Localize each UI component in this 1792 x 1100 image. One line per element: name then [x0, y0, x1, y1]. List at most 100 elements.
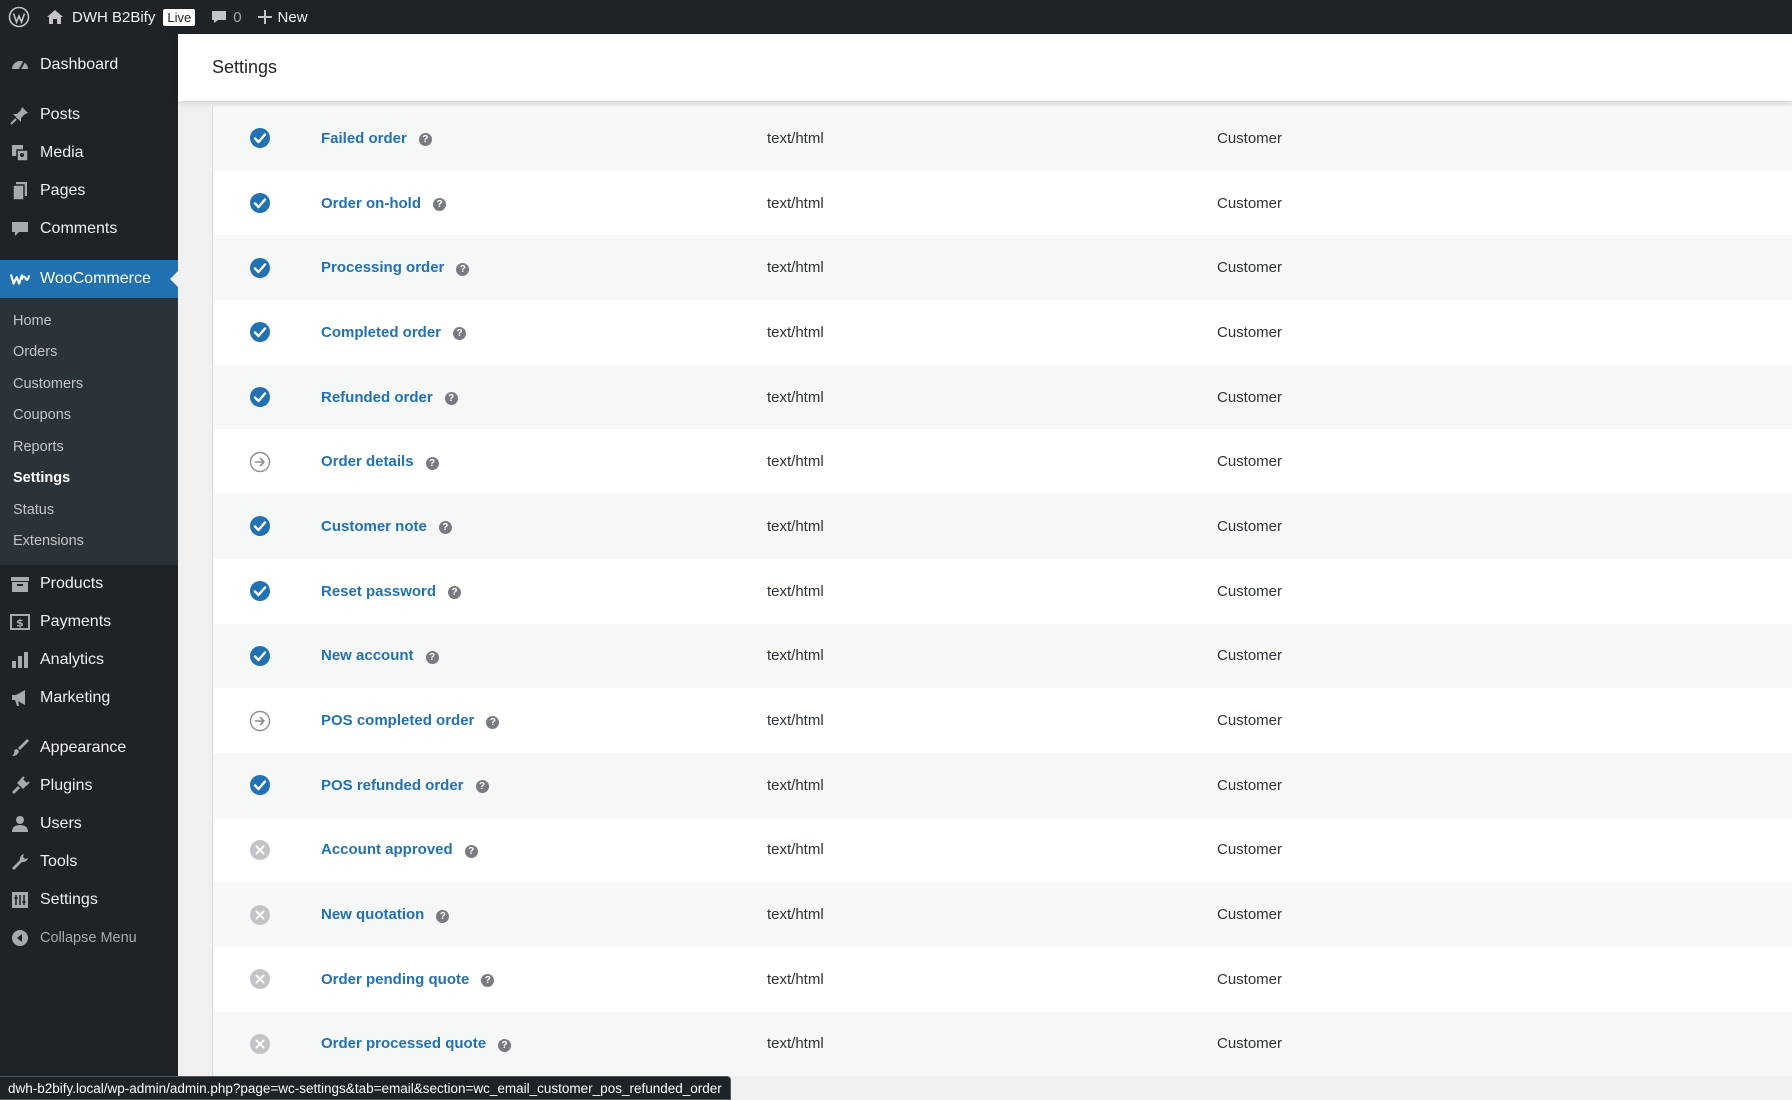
email-link[interactable]: New quotation: [321, 906, 424, 923]
content-type-cell: text/html: [767, 582, 824, 600]
help-tip-icon[interactable]: ?: [436, 909, 450, 923]
email-link[interactable]: Order processed quote: [321, 1035, 486, 1052]
email-link[interactable]: Order pending quote: [321, 971, 469, 988]
menu-posts[interactable]: Posts: [0, 96, 178, 134]
recipient-cell: Customer: [1217, 323, 1283, 341]
content-type-cell: text/html: [767, 841, 824, 859]
paintbrush-icon: [10, 738, 30, 758]
email-link[interactable]: Reset password: [321, 583, 436, 600]
help-tip-icon[interactable]: ?: [418, 133, 432, 147]
submenu-status[interactable]: Status: [0, 494, 178, 526]
enabled-check-icon: [249, 774, 271, 796]
email-link[interactable]: Customer note: [321, 518, 427, 535]
help-tip-icon[interactable]: ?: [498, 1038, 512, 1052]
content-type-cell: text/html: [767, 647, 824, 665]
email-link[interactable]: POS completed order: [321, 712, 474, 729]
megaphone-icon: [10, 688, 30, 708]
help-tip-icon[interactable]: ?: [425, 456, 439, 470]
email-link[interactable]: New account: [321, 647, 414, 664]
email-link[interactable]: Order details: [321, 453, 414, 470]
status-bar-url: dwh-b2bify.local/wp-admin/admin.php?page…: [0, 1076, 731, 1100]
menu-products[interactable]: Products: [0, 565, 178, 603]
email-link[interactable]: POS refunded order: [321, 777, 464, 794]
recipient-cell: Customer: [1217, 841, 1283, 859]
email-link[interactable]: Account approved: [321, 841, 453, 858]
table-row: Order pending quote? text/html Customer: [213, 946, 1792, 1012]
email-name-cell: Completed order?: [321, 324, 767, 341]
disabled-x-icon: [249, 904, 271, 926]
content-type-cell: text/html: [767, 712, 824, 730]
table-row: Order on-hold? text/html Customer: [213, 170, 1792, 236]
collapse-menu-button[interactable]: Collapse Menu: [0, 919, 178, 957]
content-type-cell: text/html: [767, 1035, 824, 1053]
menu-plugins[interactable]: Plugins: [0, 767, 178, 805]
submenu-reports[interactable]: Reports: [0, 431, 178, 463]
menu-label: Users: [40, 815, 82, 832]
help-tip-icon[interactable]: ?: [433, 198, 446, 212]
content-type-cell: text/html: [767, 906, 824, 924]
recipient-cell: Customer: [1217, 906, 1283, 924]
menu-label: Pages: [40, 182, 86, 199]
help-tip-icon[interactable]: ?: [481, 974, 495, 988]
menu-label: Dashboard: [40, 56, 119, 73]
recipient-cell: Customer: [1217, 129, 1283, 147]
table-row: Failed order? text/html Customer: [213, 106, 1792, 171]
menu-appearance[interactable]: Appearance: [0, 729, 178, 767]
menu-media[interactable]: Media: [0, 134, 178, 172]
menu-dashboard[interactable]: Dashboard: [0, 46, 178, 84]
menu-users[interactable]: Users: [0, 805, 178, 843]
submenu-home[interactable]: Home: [0, 305, 178, 337]
submenu-extensions[interactable]: Extensions: [0, 526, 178, 558]
disabled-x-icon: [249, 1033, 271, 1055]
content-type-cell: text/html: [767, 129, 824, 147]
menu-payments[interactable]: $ Payments: [0, 603, 178, 641]
menu-tools[interactable]: Tools: [0, 843, 178, 881]
woocommerce-header: Settings: [178, 34, 1792, 101]
email-link[interactable]: Order on-hold: [321, 195, 421, 212]
manual-arrow-icon: [249, 451, 271, 473]
help-tip-icon[interactable]: ?: [486, 715, 500, 729]
new-label: New: [277, 8, 308, 26]
help-tip-icon[interactable]: ?: [464, 844, 478, 858]
menu-woocommerce[interactable]: WooCommerce: [0, 260, 178, 298]
menu-marketing[interactable]: Marketing: [0, 679, 178, 717]
recipient-cell: Customer: [1217, 453, 1283, 471]
help-tip-icon[interactable]: ?: [438, 521, 452, 535]
help-tip-icon[interactable]: ?: [425, 650, 439, 664]
menu-pages[interactable]: Pages: [0, 172, 178, 210]
menu-label: Analytics: [40, 651, 105, 668]
woocommerce-icon: [10, 269, 30, 289]
wrench-icon: [10, 852, 30, 872]
new-content-link[interactable]: New: [250, 0, 316, 34]
help-tip-icon[interactable]: ?: [475, 780, 489, 794]
submenu-coupons[interactable]: Coupons: [0, 400, 178, 432]
submenu-customers[interactable]: Customers: [0, 368, 178, 400]
recipient-cell: Customer: [1217, 582, 1283, 600]
content-type-cell: text/html: [767, 517, 824, 535]
recipient-cell: Customer: [1217, 970, 1283, 988]
pages-icon: [10, 181, 30, 201]
help-tip-icon[interactable]: ?: [456, 262, 470, 276]
content-type-cell: text/html: [767, 259, 824, 277]
email-link[interactable]: Completed order: [321, 324, 441, 341]
menu-analytics[interactable]: Analytics: [0, 641, 178, 679]
email-link[interactable]: Processing order: [321, 259, 444, 276]
email-name-cell: Order on-hold?: [321, 195, 767, 212]
menu-comments[interactable]: Comments: [0, 210, 178, 248]
help-tip-icon[interactable]: ?: [453, 327, 467, 341]
menu-label: Media: [40, 144, 84, 161]
menu-settings[interactable]: Settings: [0, 881, 178, 919]
wordpress-logo-icon[interactable]: [0, 0, 38, 34]
status-cell: [213, 839, 321, 861]
comments-link[interactable]: 0: [203, 0, 249, 34]
help-tip-icon[interactable]: ?: [444, 392, 458, 406]
settings-icon: [10, 890, 30, 910]
menu-label: Payments: [40, 613, 112, 630]
email-link[interactable]: Failed order: [321, 130, 407, 147]
status-cell: [213, 774, 321, 796]
submenu-orders[interactable]: Orders: [0, 337, 178, 369]
submenu-settings[interactable]: Settings: [0, 463, 178, 495]
email-link[interactable]: Refunded order: [321, 389, 433, 406]
site-name-link[interactable]: DWH B2Bify Live: [38, 0, 203, 34]
help-tip-icon[interactable]: ?: [448, 586, 462, 600]
